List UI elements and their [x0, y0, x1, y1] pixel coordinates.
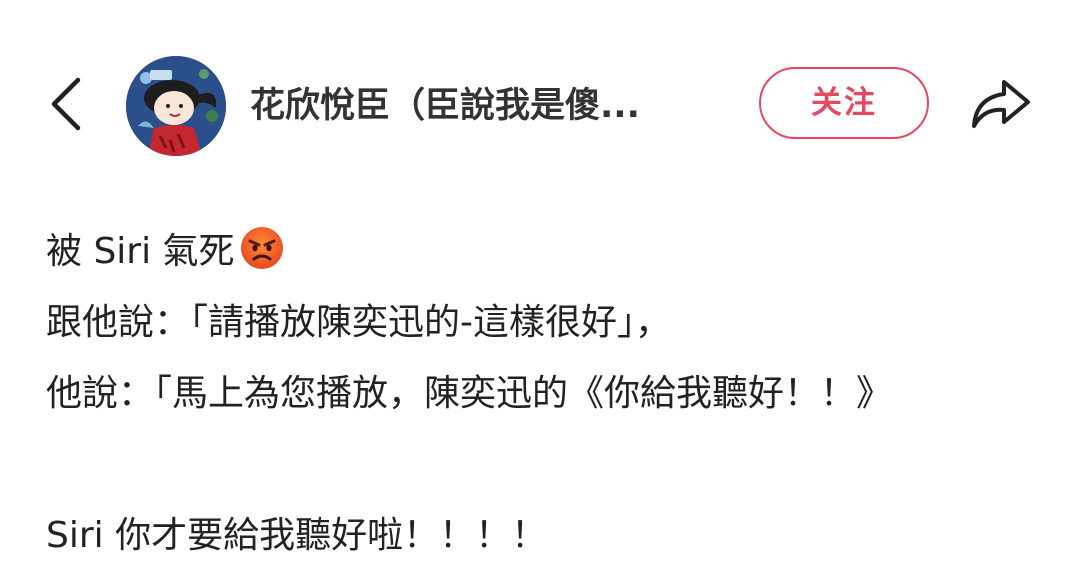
author-name[interactable]: 花欣悅臣（臣說我是傻...: [250, 78, 720, 134]
post-content: 被 Siri 氣死 跟他說：「請播放陳奕迅的-這樣很好」， 他說：「馬上為您播放…: [46, 216, 1046, 571]
chevron-left-icon: [51, 77, 81, 131]
post-line-3: 他說：「馬上為您播放，陳奕迅的《你給我聽好！！》: [46, 373, 893, 414]
avatar-illustration: [126, 56, 226, 156]
follow-button[interactable]: 关注: [759, 67, 929, 139]
angry-face-icon: [239, 224, 285, 270]
post-line-2: 跟他說：「請播放陳奕迅的-這樣很好」，: [46, 302, 671, 343]
avatar[interactable]: [126, 56, 226, 156]
post-line-4: Siri 你才要給我聽好啦！！！！: [46, 515, 548, 556]
post-line-1: 被 Siri 氣死: [46, 216, 1046, 287]
share-button[interactable]: [966, 72, 1034, 136]
post-line-1-text: 被 Siri 氣死: [46, 231, 235, 272]
post-header: 花欣悅臣（臣說我是傻... 关注: [0, 0, 1080, 200]
share-arrow-icon: [972, 80, 1030, 128]
back-button[interactable]: [40, 72, 96, 136]
